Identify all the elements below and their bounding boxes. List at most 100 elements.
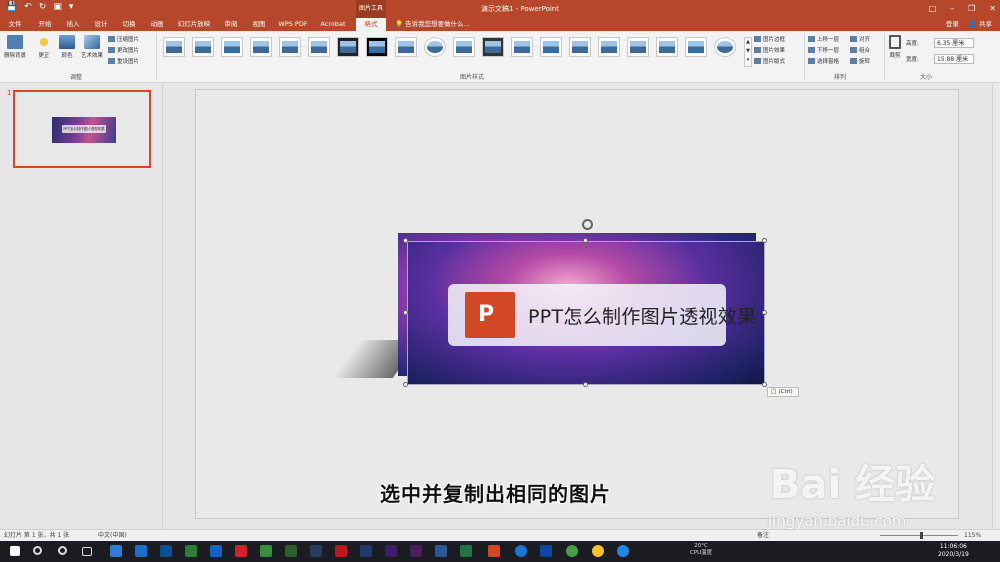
picture-style-option[interactable] xyxy=(540,37,562,57)
remove-background-button[interactable]: 删除背景 xyxy=(2,35,28,59)
app-icon[interactable] xyxy=(160,545,172,557)
customize-qat-icon[interactable]: ▾ xyxy=(69,2,74,12)
tell-me-box[interactable]: 💡 告诉我您想要做什么... xyxy=(395,18,470,31)
filezilla-icon[interactable] xyxy=(235,545,247,557)
picture-style-option[interactable] xyxy=(366,37,388,57)
picture-layout-button[interactable]: 图片版式 xyxy=(754,57,785,65)
tab-file[interactable]: 文件 xyxy=(4,18,26,31)
system-clock[interactable]: 11:06:06 2020/3/19 xyxy=(938,543,969,559)
zoom-level[interactable]: 115% xyxy=(964,530,981,541)
excel-icon[interactable] xyxy=(460,545,472,557)
photoshop-icon[interactable] xyxy=(360,545,372,557)
compress-pictures-button[interactable]: 压缩图片 xyxy=(108,35,139,43)
dreamweaver-icon[interactable] xyxy=(285,545,297,557)
app-icon[interactable] xyxy=(617,545,629,557)
bring-forward-button[interactable]: 上移一层 xyxy=(808,35,839,43)
picture-style-option[interactable] xyxy=(424,37,446,57)
picture-style-option[interactable] xyxy=(221,37,243,57)
picture-style-option[interactable] xyxy=(685,37,707,57)
tab-insert[interactable]: 插入 xyxy=(62,18,84,31)
app-icon[interactable] xyxy=(135,545,147,557)
resize-handle[interactable] xyxy=(403,238,408,243)
resize-handle[interactable] xyxy=(403,310,408,315)
picture-effects-button[interactable]: 图片效果 xyxy=(754,46,785,54)
picture-style-option[interactable] xyxy=(511,37,533,57)
search-icon[interactable] xyxy=(33,546,42,555)
app-icon[interactable] xyxy=(185,545,197,557)
language-indicator[interactable]: 中文(中国) xyxy=(98,530,127,541)
corrections-button[interactable]: 更正 xyxy=(33,35,55,59)
picture-style-option[interactable] xyxy=(192,37,214,57)
slide-thumbnail[interactable]: PPT怎么制作图片透视效果 xyxy=(13,90,151,168)
picture-style-option[interactable] xyxy=(598,37,620,57)
save-icon[interactable]: 💾 xyxy=(6,2,17,12)
minimize-icon[interactable]: – xyxy=(950,0,954,18)
resize-handle[interactable] xyxy=(403,382,408,387)
premiere-icon[interactable] xyxy=(410,545,422,557)
paste-options-button[interactable]: 📋 (Ctrl) xyxy=(767,387,799,397)
undo-icon[interactable]: ↶ xyxy=(24,2,32,12)
tab-transitions[interactable]: 切换 xyxy=(118,18,140,31)
after-effects-icon[interactable] xyxy=(385,545,397,557)
picture-style-option[interactable] xyxy=(482,37,504,57)
word-icon[interactable] xyxy=(435,545,447,557)
picture-style-option[interactable] xyxy=(250,37,272,57)
picture-copy-selected[interactable]: P PPT怎么制作图片透视效果 xyxy=(407,241,765,385)
tab-format[interactable]: 格式 xyxy=(356,18,386,31)
tab-view[interactable]: 视图 xyxy=(248,18,270,31)
gallery-scroll[interactable]: ▲ ▼ ▾ xyxy=(744,37,752,67)
picture-style-option[interactable] xyxy=(308,37,330,57)
login-link[interactable]: 登录 xyxy=(946,18,959,31)
ribbon-display-icon[interactable]: □ xyxy=(929,0,937,18)
chrome-icon[interactable] xyxy=(592,545,604,557)
lightroom-icon[interactable] xyxy=(310,545,322,557)
redo-icon[interactable]: ↻ xyxy=(39,2,47,12)
task-view-icon[interactable] xyxy=(82,547,92,556)
height-input[interactable]: 6.35 厘米 xyxy=(934,38,974,48)
picture-style-option[interactable] xyxy=(656,37,678,57)
picture-border-button[interactable]: 图片边框 xyxy=(754,35,785,43)
windows-start-icon[interactable] xyxy=(10,546,20,556)
resize-handle[interactable] xyxy=(762,310,767,315)
change-picture-button[interactable]: 更改图片 xyxy=(108,46,139,54)
reset-picture-button[interactable]: 重设图片 xyxy=(108,57,139,65)
tab-design[interactable]: 设计 xyxy=(90,18,112,31)
zoom-slider[interactable] xyxy=(880,532,958,539)
resize-handle[interactable] xyxy=(583,382,588,387)
picture-style-option[interactable] xyxy=(279,37,301,57)
crop-button[interactable]: 裁剪 xyxy=(886,35,904,59)
tab-wps-pdf[interactable]: WPS PDF xyxy=(276,18,310,31)
picture-style-option[interactable] xyxy=(163,37,185,57)
wechat-icon[interactable] xyxy=(566,545,578,557)
picture-style-option[interactable] xyxy=(569,37,591,57)
app-icon[interactable] xyxy=(540,545,552,557)
notes-button[interactable]: 备注 xyxy=(757,530,769,541)
vertical-scrollbar[interactable] xyxy=(992,83,1000,529)
tab-home[interactable]: 开始 xyxy=(34,18,56,31)
color-button[interactable]: 颜色 xyxy=(56,35,78,59)
picture-style-option[interactable] xyxy=(714,37,736,57)
rotate-handle-icon[interactable] xyxy=(582,219,593,230)
align-button[interactable]: 对齐 xyxy=(850,35,870,43)
cortana-icon[interactable] xyxy=(58,546,67,555)
group-button[interactable]: 组合 xyxy=(850,46,870,54)
artistic-effects-button[interactable]: 艺术效果 xyxy=(79,35,105,59)
selection-pane-button[interactable]: 选择窗格 xyxy=(808,57,839,65)
picture-style-option[interactable] xyxy=(453,37,475,57)
zoom-slider-knob[interactable] xyxy=(920,532,923,539)
picture-style-option[interactable] xyxy=(337,37,359,57)
tab-slideshow[interactable]: 幻灯片放映 xyxy=(176,18,212,31)
close-icon[interactable]: ✕ xyxy=(989,0,996,18)
picture-style-option[interactable] xyxy=(395,37,417,57)
tab-acrobat[interactable]: Acrobat xyxy=(318,18,348,31)
send-backward-button[interactable]: 下移一层 xyxy=(808,46,839,54)
app-icon[interactable] xyxy=(260,545,272,557)
app-icon[interactable] xyxy=(110,545,122,557)
rotate-button[interactable]: 旋转 xyxy=(850,57,870,65)
picture-style-option[interactable] xyxy=(627,37,649,57)
start-from-beginning-icon[interactable]: ▣ xyxy=(53,2,62,12)
resize-handle[interactable] xyxy=(762,238,767,243)
app-icon[interactable] xyxy=(515,545,527,557)
powerpoint-taskbar-icon[interactable] xyxy=(488,545,500,557)
width-input[interactable]: 15.88 厘米 xyxy=(934,54,974,64)
